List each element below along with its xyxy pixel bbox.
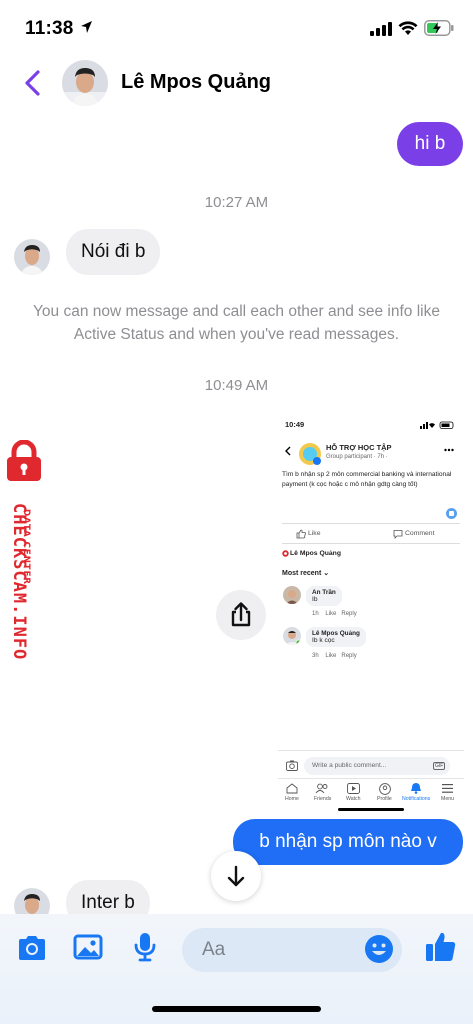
incoming-message[interactable]: Nói đi b bbox=[66, 229, 161, 275]
shot-comment-meta: 1h Like Reply bbox=[312, 611, 357, 617]
arrow-down-icon bbox=[227, 865, 245, 887]
shot-post-text: Tìm b nhận sp 2 môn commercial banking v… bbox=[282, 471, 452, 488]
message-text: Nói đi b bbox=[81, 241, 146, 262]
message-text: Inter b bbox=[81, 892, 135, 913]
shot-comment-bubble: An Trần Ib bbox=[306, 586, 342, 606]
location-arrow-icon bbox=[81, 21, 92, 33]
shot-friends-icon bbox=[315, 783, 328, 794]
shot-comment-input: Write a public comment... bbox=[304, 757, 450, 775]
shot-group-title: HỖ TRỢ HỌC TẬP bbox=[326, 443, 392, 452]
shot-comment-icon bbox=[393, 530, 403, 539]
shot-camera-icon bbox=[286, 760, 298, 771]
scroll-to-bottom-button[interactable] bbox=[211, 851, 261, 901]
outgoing-message[interactable]: b nhận sp môn nào v bbox=[233, 819, 463, 865]
shot-nav-home: Home bbox=[285, 796, 299, 802]
shot-gif-icon: GIF bbox=[433, 762, 446, 770]
shot-watch-icon bbox=[347, 783, 360, 794]
message-timestamp: 10:27 AM bbox=[204, 194, 269, 211]
shot-group-sub: Group participant · 7h · bbox=[326, 454, 388, 460]
message-text: hi b bbox=[414, 133, 446, 154]
contact-avatar-small[interactable] bbox=[14, 239, 50, 275]
shot-nav-friends: Friends bbox=[314, 796, 332, 802]
back-chevron-icon[interactable] bbox=[20, 68, 46, 98]
shot-menu-icon bbox=[442, 784, 453, 793]
contact-avatar[interactable] bbox=[62, 60, 108, 106]
cellular-signal-icon bbox=[370, 22, 392, 36]
watermark-title: CHECKSCAM.INFO bbox=[9, 503, 29, 661]
thumbs-up-icon[interactable] bbox=[424, 930, 458, 964]
shot-comment-bubble: Lê Mpos Quảng Ib k cọc bbox=[306, 627, 366, 647]
camera-icon[interactable] bbox=[16, 934, 48, 962]
home-indicator bbox=[152, 1006, 321, 1012]
shot-divider bbox=[282, 523, 460, 524]
watermark: DATA CENTER CHECKSCAM.INFO bbox=[0, 438, 52, 668]
outgoing-message[interactable]: hi b bbox=[397, 122, 463, 166]
system-notice: You can now message and call each other … bbox=[32, 303, 440, 343]
shot-divider bbox=[282, 543, 460, 544]
shot-most-recent: Most recent ⌄ bbox=[282, 570, 330, 577]
shot-commenter-avatar bbox=[283, 586, 301, 604]
shared-image[interactable]: 10:49 HỖ TRỢ HỌC TẬP Group participant ·… bbox=[278, 412, 464, 814]
share-button[interactable] bbox=[216, 590, 266, 640]
shot-nav-profile: Profile bbox=[377, 796, 392, 802]
lock-icon bbox=[7, 440, 41, 481]
shot-like-icon bbox=[296, 529, 306, 539]
share-icon bbox=[231, 602, 251, 627]
shot-nav-menu: Menu bbox=[441, 796, 454, 802]
gallery-icon[interactable] bbox=[73, 933, 103, 961]
shot-profile-icon bbox=[379, 783, 391, 795]
emoji-icon[interactable] bbox=[364, 934, 394, 964]
shot-comment-label: Comment bbox=[405, 530, 435, 537]
contact-name[interactable]: Lê Mpos Quảng bbox=[121, 71, 271, 94]
shot-divider bbox=[278, 750, 464, 751]
shot-notifications-icon bbox=[411, 783, 421, 794]
shot-author-badge-icon bbox=[282, 550, 289, 557]
shot-nav-notifications: Notifications bbox=[402, 796, 431, 802]
shot-author-name: Lê Mpos Quảng bbox=[290, 550, 341, 557]
shot-badge-icon bbox=[446, 508, 457, 519]
shot-commenter-avatar bbox=[283, 627, 301, 645]
chat-header: Lê Mpos Quảng bbox=[0, 58, 473, 110]
shot-more-icon bbox=[444, 448, 454, 452]
shot-nav-watch: Watch bbox=[346, 796, 361, 802]
shot-divider bbox=[278, 778, 464, 779]
shot-status-icons bbox=[420, 421, 454, 429]
status-time: 11:38 bbox=[25, 18, 74, 39]
status-bar: 11:38 bbox=[0, 0, 473, 58]
shot-like-label: Like bbox=[308, 530, 321, 537]
battery-charging-icon bbox=[424, 20, 454, 36]
message-timestamp: 10:49 AM bbox=[204, 377, 269, 394]
microphone-icon[interactable] bbox=[133, 931, 157, 963]
wifi-icon bbox=[398, 21, 418, 35]
shot-comment-meta: 3h Like Reply bbox=[312, 653, 357, 659]
shot-home-icon bbox=[286, 783, 298, 794]
shot-home-indicator bbox=[338, 808, 404, 811]
shot-status-time: 10:49 bbox=[285, 420, 305, 429]
message-text: b nhận sp môn nào v bbox=[259, 831, 437, 852]
shot-group-avatar bbox=[299, 443, 321, 465]
shot-back-icon bbox=[285, 446, 291, 456]
